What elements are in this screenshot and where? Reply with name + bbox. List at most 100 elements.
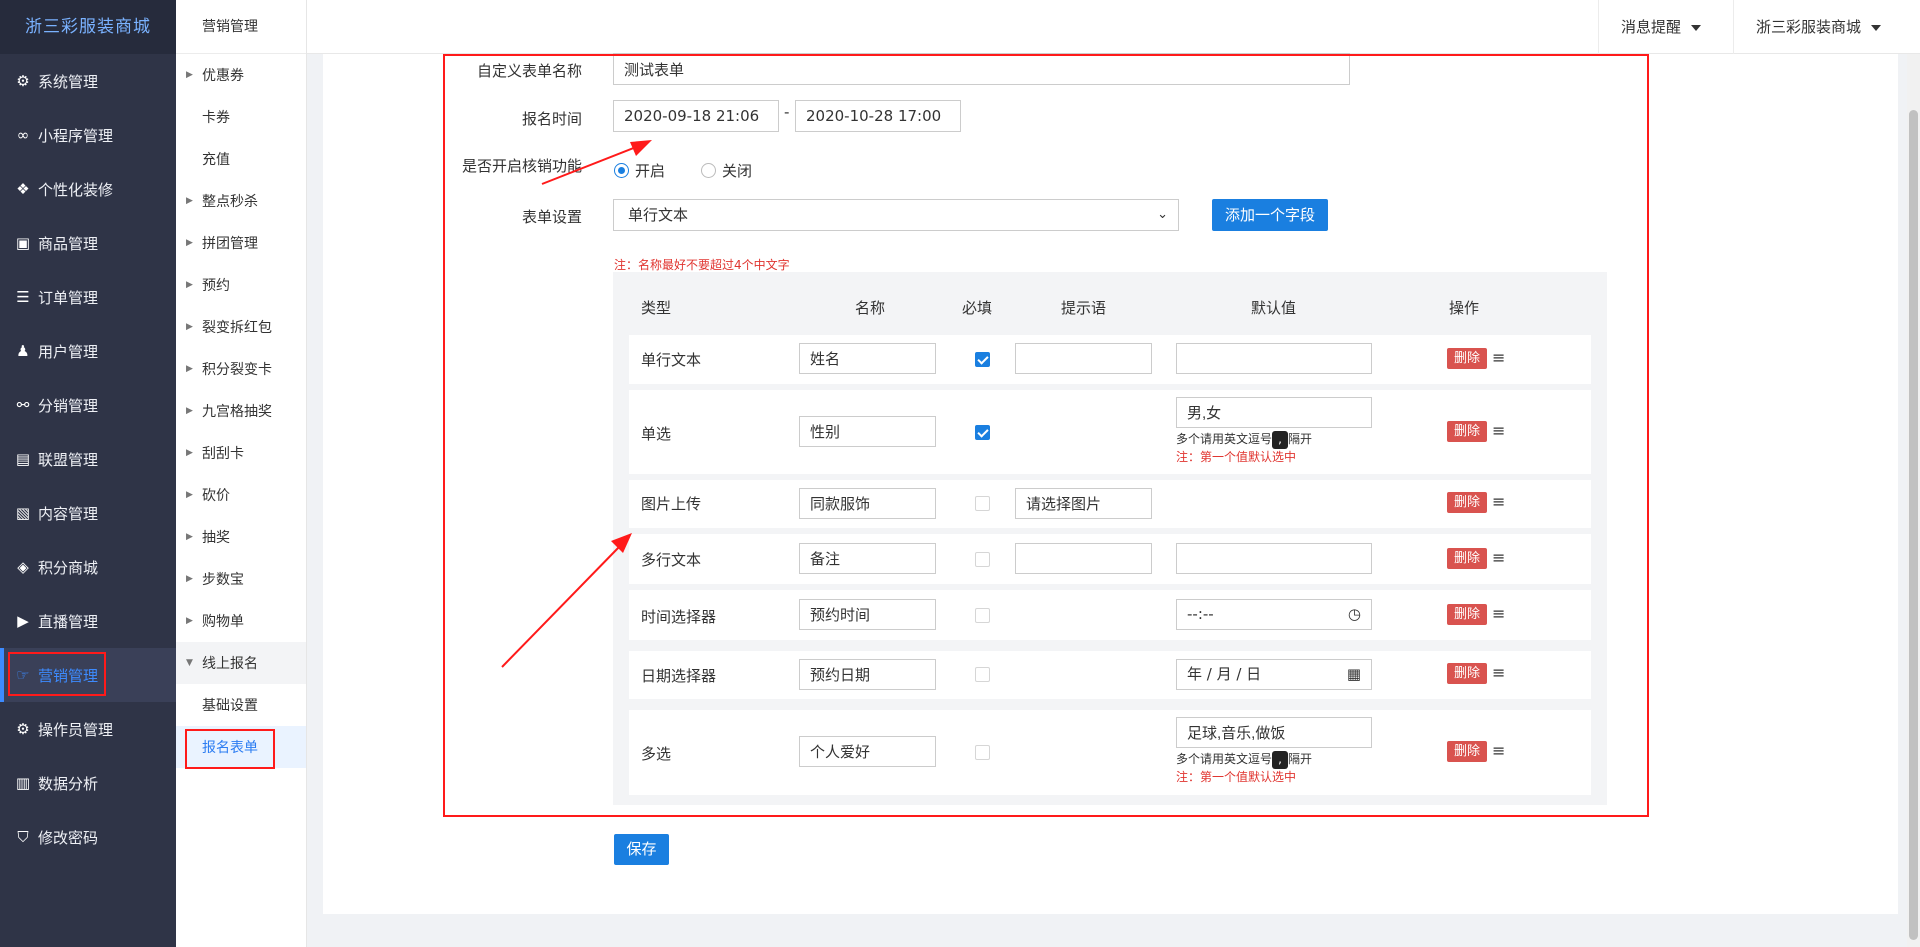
store-icon: ▤ — [15, 450, 31, 468]
brand-logo[interactable]: 浙三彩服装商城 — [0, 0, 176, 54]
field-hint-input[interactable] — [1015, 543, 1152, 574]
required-checkbox[interactable] — [975, 552, 990, 567]
verify-on-radio[interactable]: 开启 — [614, 160, 665, 181]
sidebar-item-orders[interactable]: ☰ 订单管理 — [0, 270, 176, 324]
caret-right-icon: ▶ — [186, 196, 193, 206]
top-header: 消息提醒 浙三彩服装商城 — [307, 0, 1920, 54]
sidebar-item-alliance[interactable]: ▤ 联盟管理 — [0, 432, 176, 486]
sidebar-item-password[interactable]: ⛉ 修改密码 — [0, 810, 176, 864]
field-name-input[interactable] — [799, 543, 936, 574]
field-hint-input[interactable] — [1015, 343, 1152, 374]
sidebar-item-miniprogram[interactable]: ∞ 小程序管理 — [0, 108, 176, 162]
sidebar-item-decoration[interactable]: ❖ 个性化装修 — [0, 162, 176, 216]
time-picker-input[interactable]: --:-- ◷ — [1176, 599, 1372, 630]
field-default-input[interactable] — [1176, 543, 1372, 574]
delete-button[interactable]: 删除 — [1447, 421, 1487, 442]
sidebar-item-analytics[interactable]: ▥ 数据分析 — [0, 756, 176, 810]
field-default-input[interactable] — [1176, 343, 1372, 374]
field-default-input[interactable] — [1176, 717, 1372, 748]
scrollbar-thumb[interactable] — [1909, 110, 1918, 940]
required-checkbox[interactable] — [975, 425, 990, 440]
sidebar-item-content[interactable]: ▧ 内容管理 — [0, 486, 176, 540]
caret-down-icon — [1691, 24, 1702, 31]
link-icon: ∞ — [16, 126, 30, 144]
caret-right-icon: ▶ — [186, 322, 193, 332]
sidebar-item-products[interactable]: ▣ 商品管理 — [0, 216, 176, 270]
account-dropdown[interactable]: 浙三彩服装商城 — [1733, 0, 1903, 54]
delete-button[interactable]: 删除 — [1447, 548, 1487, 569]
user-icon: ♟ — [16, 342, 30, 360]
required-checkbox[interactable] — [975, 745, 990, 760]
drag-handle-icon[interactable]: ≡ — [1492, 604, 1505, 623]
field-name-input[interactable] — [799, 599, 936, 630]
add-field-button[interactable]: 添加一个字段 — [1212, 199, 1328, 231]
required-checkbox[interactable] — [975, 496, 990, 511]
form-name-input[interactable] — [613, 53, 1350, 85]
end-time-input[interactable] — [795, 100, 961, 132]
vertical-scrollbar[interactable] — [1907, 54, 1920, 947]
subnav-item-bargain[interactable]: ▶ 砍价 — [176, 474, 306, 516]
save-button[interactable]: 保存 — [614, 834, 669, 865]
table-row: 时间选择器 --:--◷ 删除 ≡ — [629, 590, 1591, 640]
field-name-input[interactable] — [799, 736, 936, 767]
table-row: 日期选择器 年 / 月 / 日▦ 删除 ≡ — [629, 651, 1591, 699]
verify-off-radio[interactable]: 关闭 — [701, 160, 752, 181]
subnav-item-points-card[interactable]: ▶ 积分裂变卡 — [176, 348, 306, 390]
subnav-item-steps[interactable]: ▶ 步数宝 — [176, 558, 306, 600]
field-name-input[interactable] — [799, 416, 936, 447]
delete-button[interactable]: 删除 — [1447, 348, 1487, 369]
col-header-type: 类型 — [641, 299, 672, 317]
subnav-item-draw[interactable]: ▶ 抽奖 — [176, 516, 306, 558]
subnav-item-shopping-list[interactable]: ▶ 购物单 — [176, 600, 306, 642]
field-name-input[interactable] — [799, 343, 936, 374]
delete-button[interactable]: 删除 — [1447, 663, 1487, 684]
subnav-item-coupon[interactable]: ▶ 优惠券 — [176, 54, 306, 96]
drag-handle-icon[interactable]: ≡ — [1492, 741, 1505, 760]
clock-icon[interactable]: ◷ — [1348, 600, 1361, 629]
subnav-item-signup-form[interactable]: 报名表单 — [176, 726, 306, 769]
subnav-item-online-signup[interactable]: ▼ 线上报名 — [176, 642, 306, 684]
drag-handle-icon[interactable]: ≡ — [1492, 492, 1505, 511]
caret-right-icon: ▶ — [186, 532, 193, 542]
field-name-input[interactable] — [799, 659, 936, 690]
required-checkbox[interactable] — [975, 352, 990, 367]
subnav-item-lottery-grid[interactable]: ▶ 九宫格抽奖 — [176, 390, 306, 432]
sidebar-item-users[interactable]: ♟ 用户管理 — [0, 324, 176, 378]
drag-handle-icon[interactable]: ≡ — [1492, 348, 1505, 367]
sidebar-item-system[interactable]: ⚙ 系统管理 — [0, 54, 176, 108]
drag-handle-icon[interactable]: ≡ — [1492, 663, 1505, 682]
subnav-item-booking[interactable]: ▶ 预约 — [176, 264, 306, 306]
field-name-input[interactable] — [799, 488, 936, 519]
field-hint-input[interactable] — [1015, 488, 1152, 519]
subnav-item-recharge[interactable]: 充值 — [176, 138, 306, 180]
calendar-icon[interactable]: ▦ — [1347, 660, 1361, 689]
notifications-dropdown[interactable]: 消息提醒 — [1598, 0, 1723, 54]
sidebar-item-operators[interactable]: ⚙ 操作员管理 — [0, 702, 176, 756]
delete-button[interactable]: 删除 — [1447, 604, 1487, 625]
drag-handle-icon[interactable]: ≡ — [1492, 421, 1505, 440]
field-type-select[interactable]: 单行文本 ⌄ — [613, 199, 1179, 231]
sidebar-item-distribution[interactable]: ⚯ 分销管理 — [0, 378, 176, 432]
drag-handle-icon[interactable]: ≡ — [1492, 548, 1505, 567]
multi-value-hint: 多个请用英文逗号, 隔开 — [1176, 750, 1312, 769]
first-default-note: 注：第一个值默认选中 — [1176, 450, 1297, 464]
subnav-item-group-buy[interactable]: ▶ 拼团管理 — [176, 222, 306, 264]
required-checkbox[interactable] — [975, 608, 990, 623]
network-icon: ⚯ — [16, 396, 30, 414]
start-time-input[interactable] — [613, 100, 779, 132]
sidebar-item-live[interactable]: ▶ 直播管理 — [0, 594, 176, 648]
col-header-hint: 提示语 — [1061, 299, 1107, 317]
required-checkbox[interactable] — [975, 667, 990, 682]
sidebar-item-marketing[interactable]: ☞ 营销管理 — [0, 648, 176, 702]
subnav-item-scratch-card[interactable]: ▶ 刮刮卡 — [176, 432, 306, 474]
subnav-item-basic-settings[interactable]: 基础设置 — [176, 684, 306, 726]
subnav-item-red-packet[interactable]: ▶ 裂变拆红包 — [176, 306, 306, 348]
date-picker-input[interactable]: 年 / 月 / 日 ▦ — [1176, 659, 1372, 690]
subnav-item-flash-sale[interactable]: ▶ 整点秒杀 — [176, 180, 306, 222]
sidebar-item-points-mall[interactable]: ◈ 积分商城 — [0, 540, 176, 594]
delete-button[interactable]: 删除 — [1447, 492, 1487, 513]
subnav-item-card[interactable]: 卡券 — [176, 96, 306, 138]
gear-icon: ⚙ — [16, 72, 30, 90]
field-default-input[interactable] — [1176, 397, 1372, 428]
delete-button[interactable]: 删除 — [1447, 741, 1487, 762]
